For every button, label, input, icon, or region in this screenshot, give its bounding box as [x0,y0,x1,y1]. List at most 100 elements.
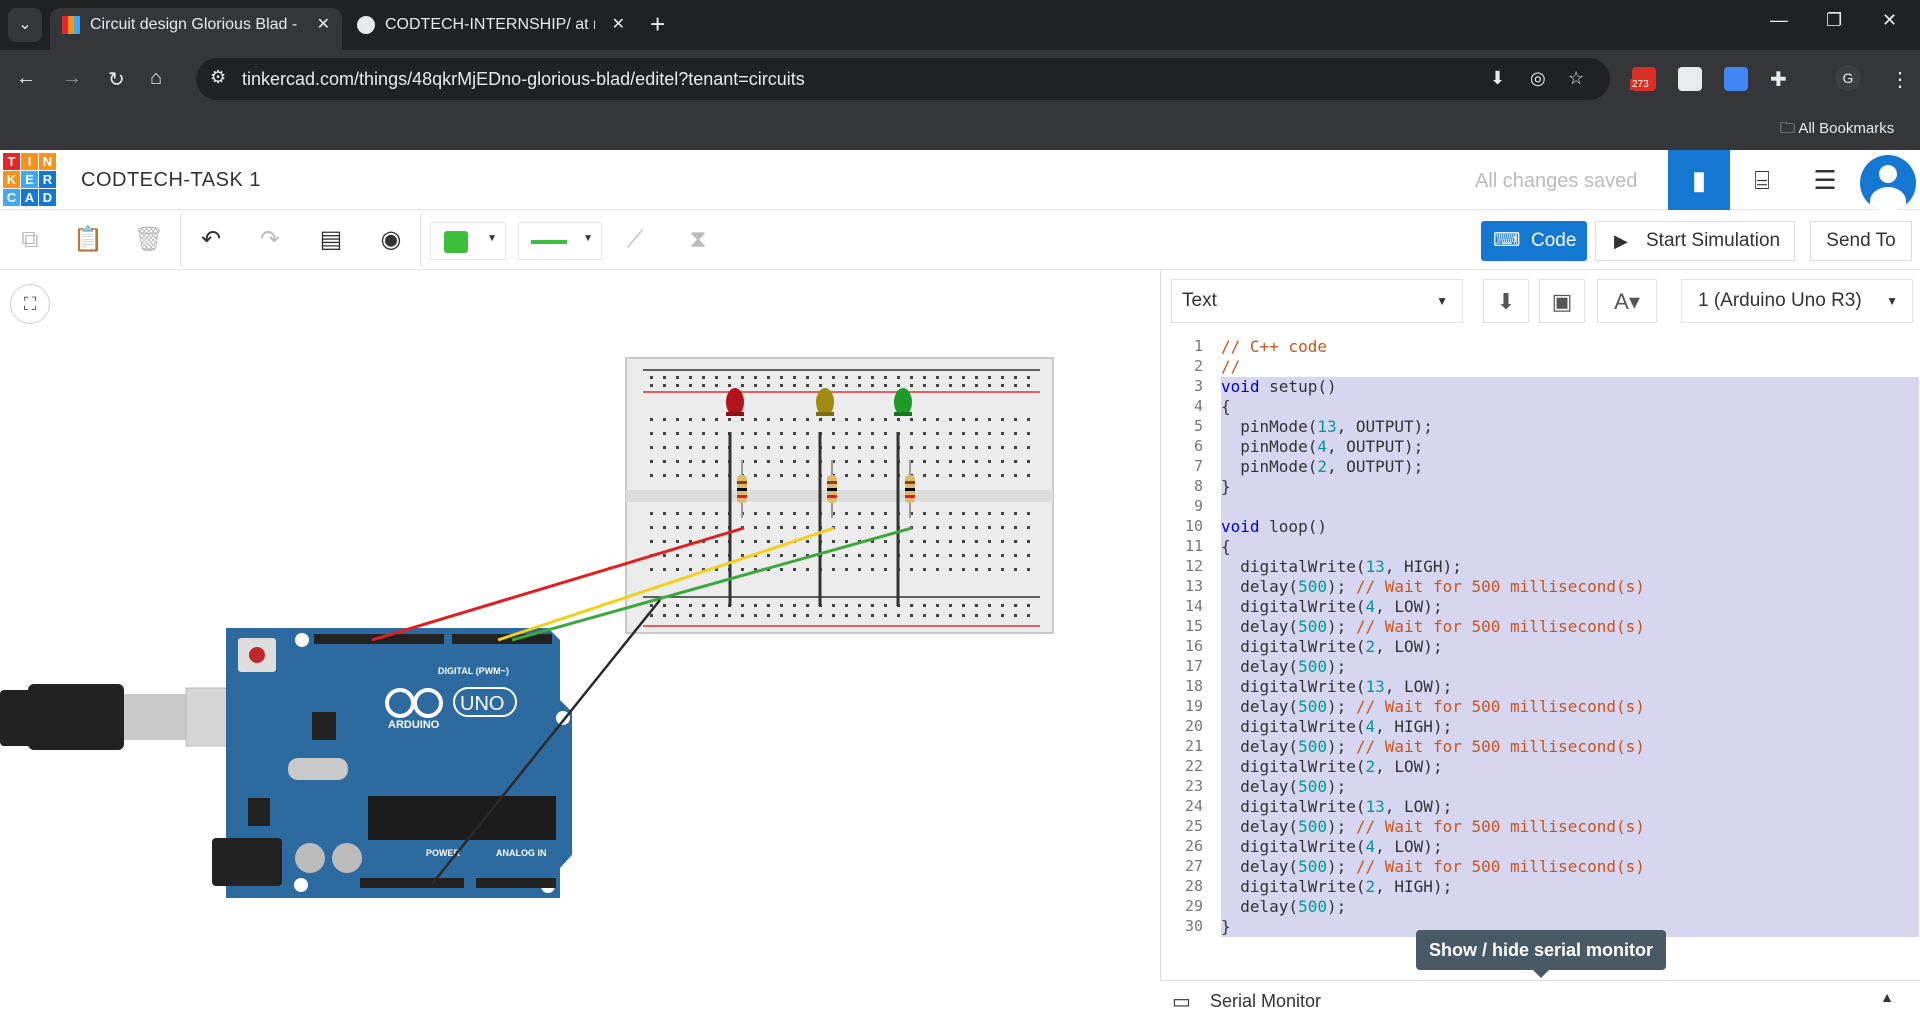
bookmark-star-icon[interactable]: ☆ [1568,68,1584,89]
code-panel: Text ▼ ⬇ ▣ A▾ 1 (Arduino Uno R3) ▼ 12345… [1160,271,1920,1021]
send-to-button[interactable]: Send To [1810,221,1912,261]
circuit-canvas[interactable]: ⛶ UNO ARDUINO DIGITAL (PWM~) POWER ANALO… [0,271,1160,1021]
site-info-icon[interactable]: ⚙ [210,67,226,88]
paste-icon[interactable]: 📋 [70,222,106,258]
schematic-view-button[interactable]: ⌸ [1731,150,1793,210]
code-line[interactable]: delay(500); [1221,897,1346,916]
project-title[interactable]: CODTECH-TASK 1 [81,169,261,192]
download-code-button[interactable]: ⬇ [1483,279,1529,323]
code-line[interactable]: delay(500); [1221,777,1346,796]
code-line[interactable]: delay(500); // Wait for 500 millisecond(… [1221,617,1645,636]
chevron-up-icon[interactable]: ▲ [1880,989,1894,1005]
extension-translate-icon[interactable] [1724,67,1748,91]
led-green[interactable] [894,388,912,416]
tinkercad-favicon-icon [62,16,80,34]
minimize-icon[interactable]: — [1770,10,1788,31]
browser-nav-bar: ← → ↻ ⌂ ⚙ tinkercad.com/things/48qkrMjED… [0,50,1920,108]
undo-icon[interactable]: ↶ [193,222,229,258]
browser-tab-github[interactable]: CODTECH-INTERNSHIP/ at mai ✕ [345,8,637,50]
app-header: T I N K E R C A D CODTECH-TASK 1 All cha… [0,150,1920,211]
code-editor[interactable]: 1 2 3 4 5 6 7 8 9 10 11 12 13 14 15 16 17 18 19 20 21 22 23 24 2… [1161,331,1920,967]
code-line[interactable]: delay(500); // Wait for 500 millisecond(… [1221,857,1645,876]
close-window-icon[interactable]: ✕ [1882,10,1897,31]
code-line[interactable]: void setup() [1221,377,1337,396]
notes-icon[interactable]: ▤ [313,222,349,258]
code-line[interactable]: { [1221,397,1231,416]
code-line[interactable]: pinMode(2, OUTPUT); [1221,457,1423,476]
code-line[interactable]: digitalWrite(2, HIGH); [1221,877,1452,896]
extension-badge: 273 [1630,79,1651,90]
component-list-button[interactable]: ☰ [1794,150,1856,210]
code-line[interactable]: // C++ code [1221,337,1327,356]
profile-avatar[interactable]: G [1835,65,1861,91]
code-line[interactable]: digitalWrite(4, LOW); [1221,597,1442,616]
home-icon[interactable]: ⌂ [150,67,162,90]
extension-mail-icon[interactable]: 273 [1630,67,1656,91]
arduino-uno-board[interactable]: UNO ARDUINO DIGITAL (PWM~) POWER ANALOG … [212,628,572,898]
code-line[interactable]: digitalWrite(13, LOW); [1221,797,1452,816]
code-line[interactable]: void loop() [1221,517,1327,536]
code-line[interactable]: digitalWrite(2, LOW); [1221,757,1442,776]
start-simulation-button[interactable]: ▶ Start Simulation [1595,221,1795,261]
code-line[interactable]: { [1221,537,1231,556]
new-tab-icon[interactable]: + [650,10,665,38]
address-bar[interactable]: ⚙ tinkercad.com/things/48qkrMjEDno-glori… [196,58,1610,100]
back-icon[interactable]: ← [16,67,36,90]
all-bookmarks-button[interactable]: 🗀 All Bookmarks [1780,118,1894,143]
notes-visibility-icon[interactable]: ◉ [373,222,409,258]
library-button[interactable]: ▣ [1539,279,1585,323]
led-red[interactable] [726,388,744,416]
wire-type-picker[interactable]: ▼ [518,222,602,260]
code-line[interactable]: } [1221,917,1231,936]
redo-icon[interactable]: ↷ [252,222,288,258]
breadboard[interactable] [625,357,1054,634]
menu-kebab-icon[interactable]: ⋮ [1890,67,1910,92]
forward-icon[interactable]: → [62,67,82,90]
line-number: 29 [1184,897,1203,915]
code-line[interactable]: delay(500); [1221,657,1346,676]
code-line[interactable]: pinMode(13, OUTPUT); [1221,417,1433,436]
code-line[interactable]: delay(500); // Wait for 500 millisecond(… [1221,697,1645,716]
code-line[interactable]: delay(500); // Wait for 500 millisecond(… [1221,737,1645,756]
font-size-button[interactable]: A▾ [1597,279,1657,323]
reload-icon[interactable]: ↻ [108,67,125,92]
code-line[interactable]: pinMode(4, OUTPUT); [1221,437,1423,456]
circuit-view-button[interactable]: ▮ [1668,150,1730,210]
editor-toolbar: ⧉ 📋 🗑 ↶ ↷ ▤ ◉ ▼ ▼ ⟋ ⧗ ⌨ Code ▶ Start Sim… [0,210,1920,270]
device-select[interactable]: 1 (Arduino Uno R3) ▼ [1681,279,1913,323]
code-line[interactable]: digitalWrite(4, LOW); [1221,837,1442,856]
start-simulation-label: Start Simulation [1646,230,1781,251]
wire-line-icon [531,240,567,244]
line-number: 5 [1193,417,1203,435]
code-line[interactable]: digitalWrite(2, LOW); [1221,637,1442,656]
user-avatar[interactable] [1860,155,1916,211]
rotate-icon[interactable]: ⟋ [617,222,653,258]
extensions-puzzle-icon[interactable]: ✚ [1770,67,1787,92]
led-yellow[interactable] [816,388,834,416]
circuit-drawing[interactable]: UNO ARDUINO DIGITAL (PWM~) POWER ANALOG … [0,271,1160,1021]
code-line[interactable]: // [1221,357,1240,376]
code-line[interactable]: } [1221,477,1231,496]
restore-icon[interactable]: ❐ [1826,10,1842,31]
eye-off-icon[interactable]: ◎ [1530,68,1546,89]
install-app-icon[interactable]: ⬇ [1490,68,1505,89]
code-line[interactable]: digitalWrite(13, LOW); [1221,677,1452,696]
code-mode-select[interactable]: Text ▼ [1171,279,1463,323]
close-tab-icon[interactable]: ✕ [317,8,330,42]
copy-icon[interactable]: ⧉ [12,222,48,258]
code-line[interactable]: delay(500); // Wait for 500 millisecond(… [1221,817,1645,836]
serial-monitor-bar[interactable]: ▭ Serial Monitor ▲ [1160,980,1920,1021]
analog-label: ANALOG IN [496,848,547,858]
color-picker[interactable]: ▼ [430,222,506,260]
code-button[interactable]: ⌨ Code [1481,221,1587,261]
code-line[interactable]: delay(500); // Wait for 500 millisecond(… [1221,577,1645,596]
extension-printer-icon[interactable] [1678,67,1702,91]
browser-tab-tinkercad[interactable]: Circuit design Glorious Blad - Ti ✕ [50,8,342,50]
delete-icon[interactable]: 🗑 [131,222,167,258]
tab-search-button[interactable]: ⌄ [8,8,42,42]
flip-icon[interactable]: ⧗ [680,222,716,258]
code-line[interactable]: digitalWrite(13, HIGH); [1221,557,1462,576]
close-tab-icon[interactable]: ✕ [612,8,625,42]
code-line[interactable]: digitalWrite(4, HIGH); [1221,717,1452,736]
tinkercad-logo[interactable]: T I N K E R C A D [3,153,57,207]
